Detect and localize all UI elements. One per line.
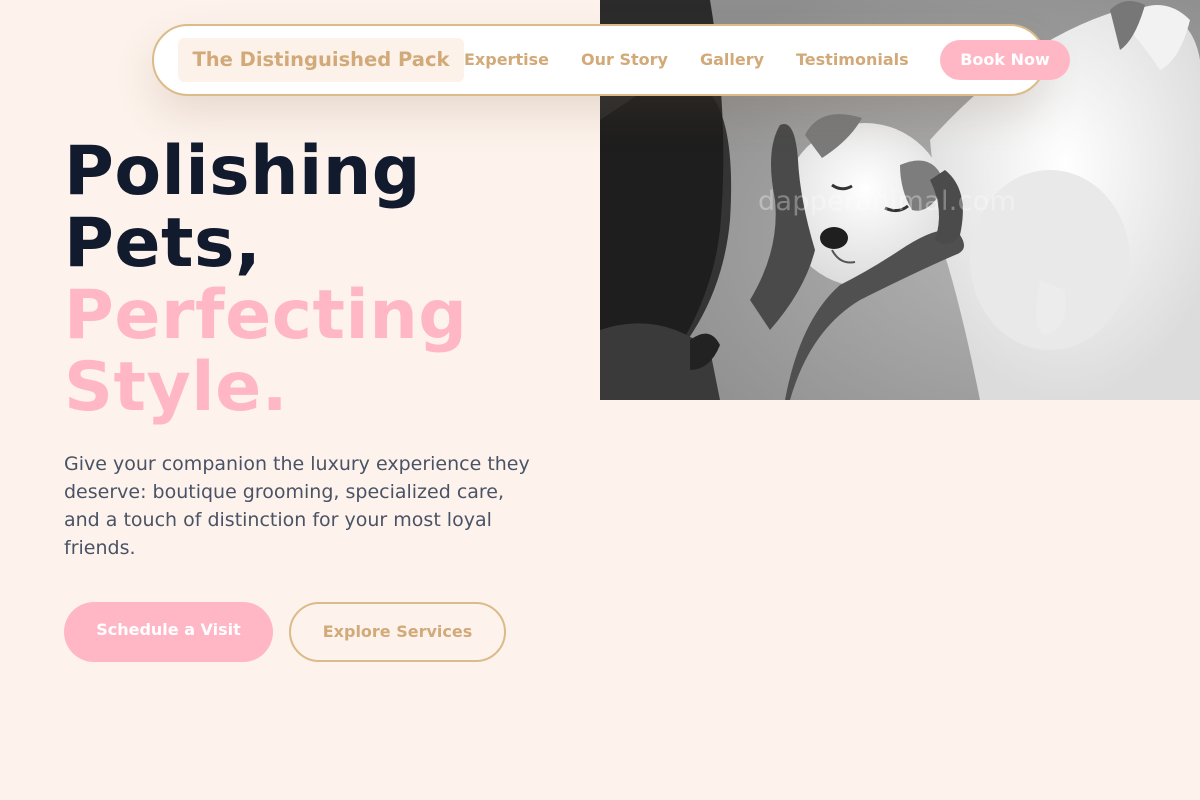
landing-page: dapperanimal.com The Distinguished Pack … xyxy=(0,0,1200,800)
nav-link-gallery[interactable]: Gallery xyxy=(700,26,764,94)
schedule-visit-button[interactable]: Schedule a Visit xyxy=(64,602,273,662)
book-now-button[interactable]: Book Now xyxy=(940,40,1070,80)
headline-line-4: Style. xyxy=(64,348,289,427)
top-nav: The Distinguished Pack Expertise Our Sto… xyxy=(152,24,1070,96)
headline-line-2: Pets, xyxy=(64,204,262,283)
headline-line-3: Perfecting xyxy=(64,276,468,355)
nav-link-expertise[interactable]: Expertise xyxy=(464,26,549,94)
nav-link-our-story[interactable]: Our Story xyxy=(581,26,668,94)
hero-headline: Polishing Pets, Perfecting Style. xyxy=(64,136,584,424)
explore-services-button[interactable]: Explore Services xyxy=(289,602,506,662)
hero-subtitle: Give your companion the luxury experienc… xyxy=(64,453,530,559)
nav-link-testimonials[interactable]: Testimonials xyxy=(796,26,909,94)
headline-line-1: Polishing xyxy=(64,132,421,211)
watermark-text: dapperanimal.com xyxy=(758,186,1017,217)
brand-logo[interactable]: The Distinguished Pack xyxy=(178,38,464,82)
